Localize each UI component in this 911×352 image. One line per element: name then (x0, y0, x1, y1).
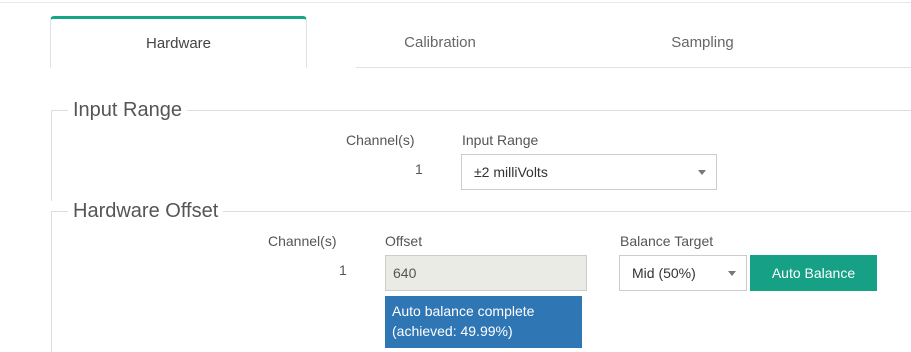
input-range-legend: Input Range (68, 98, 187, 122)
auto-balance-status-tooltip: Auto balance complete (achieved: 49.99%) (385, 296, 582, 348)
offset-field-value: 640 (393, 265, 417, 281)
auto-balance-button[interactable]: Auto Balance (750, 255, 877, 291)
input-range-select[interactable]: ±2 milliVolts (461, 154, 717, 190)
hardware-offset-legend: Hardware Offset (68, 199, 224, 223)
offset-channels-header: Channel(s) (268, 233, 337, 249)
status-line-2: (achieved: 49.99%) (392, 323, 513, 339)
status-line-1: Auto balance complete (392, 303, 535, 319)
input-range-header: Input Range (462, 132, 539, 148)
hardware-offset-panel: Hardware Offset Channel(s) Offset Balanc… (51, 199, 911, 352)
offset-field[interactable]: 640 (385, 255, 587, 291)
top-divider (0, 2, 911, 3)
balance-target-select[interactable]: Mid (50%) (619, 255, 747, 291)
input-range-panel: Input Range Channel(s) Input Range 1 ±2 … (51, 98, 911, 201)
input-range-select-value: ±2 milliVolts (474, 164, 548, 180)
input-range-channels-header: Channel(s) (346, 132, 415, 148)
tab-calibration[interactable]: Calibration (355, 16, 525, 68)
offset-channel-number: 1 (339, 262, 347, 278)
input-range-channel-number: 1 (415, 161, 423, 177)
tab-bar: Hardware Calibration Sampling (50, 16, 911, 68)
balance-target-header: Balance Target (620, 233, 714, 249)
chevron-down-icon (728, 271, 736, 276)
chevron-down-icon (698, 170, 706, 175)
tab-sampling[interactable]: Sampling (615, 16, 790, 68)
tab-hardware[interactable]: Hardware (50, 16, 307, 68)
balance-target-select-value: Mid (50%) (632, 265, 696, 281)
offset-header: Offset (385, 233, 423, 249)
